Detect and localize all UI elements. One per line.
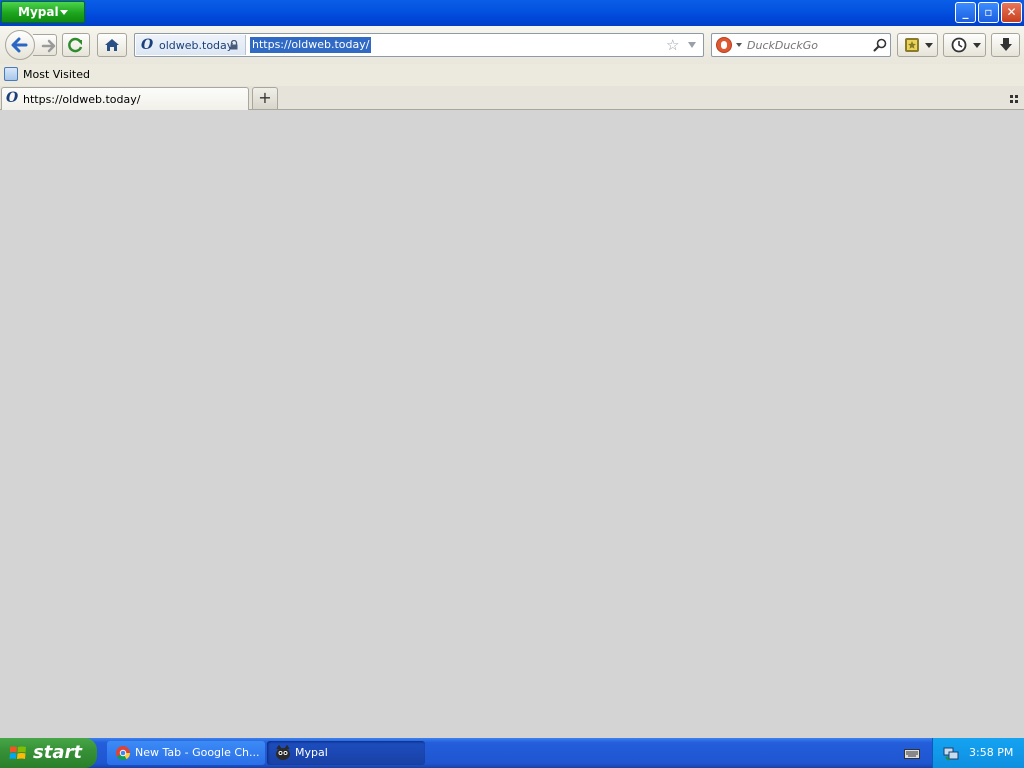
back-arrow-icon <box>11 37 28 53</box>
close-button[interactable]: ✕ <box>1001 2 1022 23</box>
start-label: start <box>33 742 82 763</box>
search-input[interactable] <box>747 37 867 53</box>
plus-icon: + <box>258 88 272 107</box>
app-menu-label: Mypal <box>18 5 59 19</box>
bookmark-star-icon[interactable]: ☆ <box>666 37 679 53</box>
downloads-button[interactable] <box>991 33 1020 57</box>
lock-icon <box>230 40 238 50</box>
clock[interactable]: 3:58 PM <box>969 746 1013 759</box>
page-content[interactable] <box>0 110 1024 738</box>
forward-arrow-icon <box>41 39 56 53</box>
url-input[interactable]: https://oldweb.today/ <box>250 37 372 53</box>
home-icon <box>105 39 119 51</box>
back-button[interactable] <box>5 30 35 60</box>
start-button[interactable]: start <box>0 738 97 768</box>
app-menu-button[interactable]: Mypal <box>1 1 85 23</box>
address-bar[interactable]: O oldweb.today https://oldweb.today/ ☆ <box>134 33 704 57</box>
chevron-down-icon <box>973 43 981 48</box>
reload-icon <box>68 37 83 53</box>
minimize-button[interactable]: _ <box>955 2 976 23</box>
close-icon: ✕ <box>1006 5 1017 19</box>
site-identity-label: oldweb.today <box>159 39 234 52</box>
taskbar-item-label: New Tab - Google Ch... <box>135 746 260 759</box>
taskbar-item-label: Mypal <box>295 746 328 759</box>
url-history-dropdown-icon[interactable] <box>688 42 696 48</box>
tab-title: https://oldweb.today/ <box>23 93 141 106</box>
bookmarks-menu-button[interactable] <box>897 33 938 57</box>
restore-button[interactable]: ▫ <box>978 2 999 23</box>
mypal-icon <box>276 745 290 760</box>
system-tray: 3:58 PM <box>932 738 1024 768</box>
duckduckgo-icon[interactable] <box>716 37 732 53</box>
tab-strip: O https://oldweb.today/ + <box>0 86 1024 110</box>
home-button[interactable] <box>97 33 127 57</box>
title-bar: Mypal _ ▫ ✕ <box>0 0 1024 26</box>
history-button[interactable] <box>943 33 986 57</box>
chrome-icon <box>116 746 131 761</box>
chevron-down-icon <box>925 43 933 48</box>
minimize-icon: _ <box>962 5 969 19</box>
new-tab-button[interactable]: + <box>252 87 278 109</box>
bookmarks-toolbar: Most Visited <box>0 64 1024 86</box>
keyboard-icon[interactable] <box>904 747 920 759</box>
forward-button[interactable] <box>33 34 57 56</box>
tab-favicon-icon: O <box>6 90 19 106</box>
tab-oldweb-today[interactable]: O https://oldweb.today/ <box>1 87 249 110</box>
search-icon[interactable] <box>872 37 888 53</box>
search-engine-dropdown-icon[interactable] <box>736 43 742 47</box>
bookmark-label: Most Visited <box>23 68 90 81</box>
site-identity-button[interactable]: O oldweb.today <box>136 35 246 55</box>
most-visited-icon <box>4 67 18 81</box>
list-all-tabs-icon[interactable] <box>1009 94 1019 104</box>
search-bar[interactable] <box>711 33 891 57</box>
restore-icon: ▫ <box>984 5 993 19</box>
navigation-toolbar: O oldweb.today https://oldweb.today/ ☆ <box>0 26 1024 64</box>
download-arrow-icon <box>1000 38 1012 51</box>
clock-icon <box>951 37 967 53</box>
network-icon[interactable] <box>943 745 959 761</box>
bookmarks-icon <box>905 38 919 52</box>
taskbar-item-mypal[interactable]: Mypal <box>267 741 425 765</box>
taskbar: start New Tab - Google Ch... Mypal 3:58 … <box>0 738 1024 768</box>
chevron-down-icon <box>60 10 68 15</box>
taskbar-item-chrome[interactable]: New Tab - Google Ch... <box>107 741 265 765</box>
reload-button[interactable] <box>62 33 90 57</box>
site-favicon-icon: O <box>141 37 154 53</box>
windows-logo-icon <box>9 746 26 759</box>
